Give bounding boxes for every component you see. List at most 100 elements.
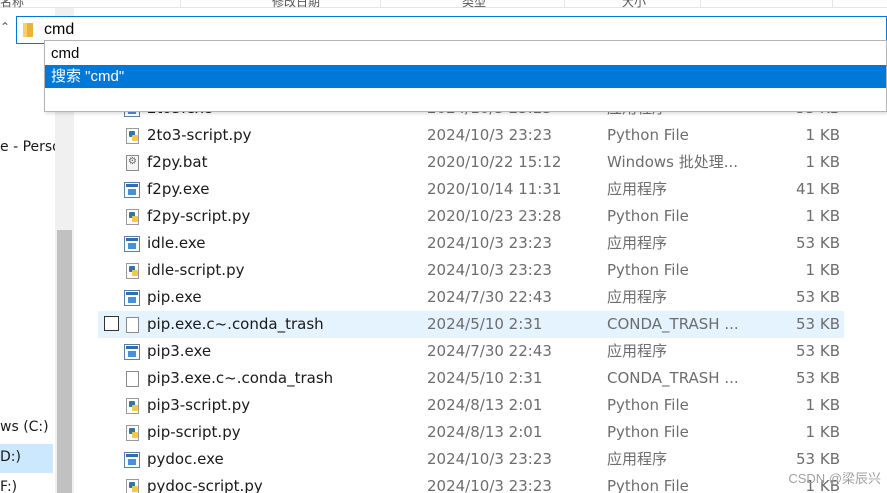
nav-item-drive-f[interactable]: F:) xyxy=(0,479,17,493)
exe-icon xyxy=(124,344,140,360)
column-divider[interactable] xyxy=(380,0,381,8)
file-type: 应用程序 xyxy=(607,234,668,252)
file-size: 53 KB xyxy=(796,234,840,252)
file-size: 53 KB xyxy=(796,288,840,306)
file-name: pip3-script.py xyxy=(147,396,251,414)
blank-file-icon xyxy=(126,371,139,387)
file-name: f2py.exe xyxy=(147,180,210,198)
exe-icon xyxy=(124,236,140,252)
column-divider[interactable] xyxy=(700,0,701,8)
file-row[interactable]: f2py.bat 2020/10/22 15:12 Windows 批处理... 1 … xyxy=(98,149,844,176)
file-row[interactable]: pip3-script.py 2024/8/13 2:01 Python File 1… xyxy=(98,392,844,419)
file-size: 1 KB xyxy=(805,261,840,279)
file-type: 应用程序 xyxy=(607,450,668,468)
file-type: Windows 批处理... xyxy=(607,153,739,171)
file-size: 1 KB xyxy=(805,153,840,171)
file-row[interactable]: pydoc-script.py 2024/10/3 23:23 Python Fil… xyxy=(98,473,844,493)
column-header-type[interactable]: 类型 xyxy=(462,0,486,10)
file-date: 2024/5/10 2:31 xyxy=(427,369,543,387)
file-name: pydoc-script.py xyxy=(147,477,263,493)
file-size: 53 KB xyxy=(796,369,840,387)
autocomplete-item-search-cmd[interactable]: 搜索 "cmd" xyxy=(45,65,886,88)
python-file-icon xyxy=(126,479,139,493)
file-type: 应用程序 xyxy=(607,180,668,198)
folder-icon xyxy=(23,23,33,37)
file-row[interactable]: pip3.exe.c~.conda_trash 2024/5/10 2:31 CON… xyxy=(98,365,844,392)
file-name: pip.exe.c~.conda_trash xyxy=(147,315,324,333)
column-header-size[interactable]: 大小 xyxy=(622,0,646,10)
file-row[interactable]: f2py-script.py 2020/10/23 23:28 Python Fil… xyxy=(98,203,844,230)
python-file-icon xyxy=(126,209,139,225)
file-name: f2py-script.py xyxy=(147,207,251,225)
file-type: Python File xyxy=(607,477,689,493)
file-row[interactable]: pip3.exe 2024/7/30 22:43 应用程序 53 KB xyxy=(98,338,844,365)
file-date: 2020/10/22 15:12 xyxy=(427,153,562,171)
watermark: CSDN @梁辰兴 xyxy=(788,471,881,486)
batch-file-icon xyxy=(126,155,139,171)
file-row[interactable]: 2to3-script.py 2024/10/3 23:23 Python File… xyxy=(98,122,844,149)
file-name: pip3.exe.c~.conda_trash xyxy=(147,369,334,387)
file-row[interactable]: pip.exe 2024/7/30 22:43 应用程序 53 KB xyxy=(98,284,844,311)
file-name: pip3.exe xyxy=(147,342,212,360)
file-date: 2024/10/3 23:23 xyxy=(427,234,552,252)
file-name: pydoc.exe xyxy=(147,450,224,468)
file-name: idle.exe xyxy=(147,234,206,252)
file-row[interactable]: idle-script.py 2024/10/3 23:23 Python File… xyxy=(98,257,844,284)
blank-file-icon xyxy=(126,317,139,333)
file-date: 2024/7/30 22:43 xyxy=(427,288,552,306)
file-type: CONDA_TRASH ... xyxy=(607,369,739,387)
row-checkbox[interactable] xyxy=(104,316,119,331)
exe-icon xyxy=(124,452,140,468)
file-row[interactable]: pip.exe.c~.conda_trash 2024/5/10 2:31 COND… xyxy=(98,311,844,338)
autocomplete-dropdown: cmd 搜索 "cmd" xyxy=(44,40,887,112)
file-type: Python File xyxy=(607,423,689,441)
nav-scrollbar-thumb[interactable] xyxy=(57,230,72,493)
file-date: 2024/10/3 23:23 xyxy=(427,261,552,279)
file-date: 2024/7/30 22:43 xyxy=(427,342,552,360)
file-date: 2024/5/10 2:31 xyxy=(427,315,543,333)
file-row[interactable]: f2py.exe 2020/10/14 11:31 应用程序 41 KB xyxy=(98,176,844,203)
file-type: CONDA_TRASH ... xyxy=(607,315,739,333)
nav-item-drive-c[interactable]: ws (C:) xyxy=(0,419,49,435)
file-row[interactable]: pydoc.exe 2024/10/3 23:23 应用程序 53 KB xyxy=(98,446,844,473)
file-date: 2024/10/3 23:23 xyxy=(427,450,552,468)
column-header-bar: 名称 修改日期 类型 大小 xyxy=(0,0,887,10)
file-row[interactable]: idle.exe 2024/10/3 23:23 应用程序 53 KB xyxy=(98,230,844,257)
file-date: 2020/10/23 23:28 xyxy=(427,207,562,225)
address-input[interactable] xyxy=(44,20,864,40)
file-name: pip.exe xyxy=(147,288,202,306)
exe-icon xyxy=(124,182,140,198)
file-type: 应用程序 xyxy=(607,342,668,360)
column-header-date[interactable]: 修改日期 xyxy=(272,0,320,10)
file-name: f2py.bat xyxy=(147,153,208,171)
file-type: Python File xyxy=(607,207,689,225)
file-size: 53 KB xyxy=(796,342,840,360)
autocomplete-item-cmd[interactable]: cmd xyxy=(45,42,886,65)
file-date: 2024/10/3 23:23 xyxy=(427,126,552,144)
up-arrow-icon[interactable]: ⌃ xyxy=(0,20,10,34)
file-size: 1 KB xyxy=(805,126,840,144)
file-size: 1 KB xyxy=(805,207,840,225)
python-file-icon xyxy=(126,398,139,414)
file-date: 2020/10/14 11:31 xyxy=(427,180,562,198)
file-row[interactable]: pip-script.py 2024/8/13 2:01 Python File 1 … xyxy=(98,419,844,446)
column-divider[interactable] xyxy=(832,0,833,8)
file-type: Python File xyxy=(607,396,689,414)
file-date: 2024/8/13 2:01 xyxy=(427,396,543,414)
file-date: 2024/10/3 23:23 xyxy=(427,477,552,493)
column-divider[interactable] xyxy=(564,0,565,8)
column-divider[interactable] xyxy=(180,0,181,8)
python-file-icon xyxy=(126,128,139,144)
file-type: Python File xyxy=(607,126,689,144)
file-name: pip-script.py xyxy=(147,423,241,441)
file-size: 1 KB xyxy=(805,423,840,441)
python-file-icon xyxy=(126,263,139,279)
file-name: 2to3-script.py xyxy=(147,126,252,144)
file-list: 2to3.exe2024/10/3 23:23应用程序53 KB2to3-scr… xyxy=(74,96,887,493)
file-type: Python File xyxy=(607,261,689,279)
exe-icon xyxy=(124,290,140,306)
nav-item-drive-d[interactable]: D:) xyxy=(0,449,21,465)
file-size: 41 KB xyxy=(796,180,840,198)
python-file-icon xyxy=(126,425,139,441)
nav-item-onedrive[interactable]: e - Perso xyxy=(0,139,61,155)
